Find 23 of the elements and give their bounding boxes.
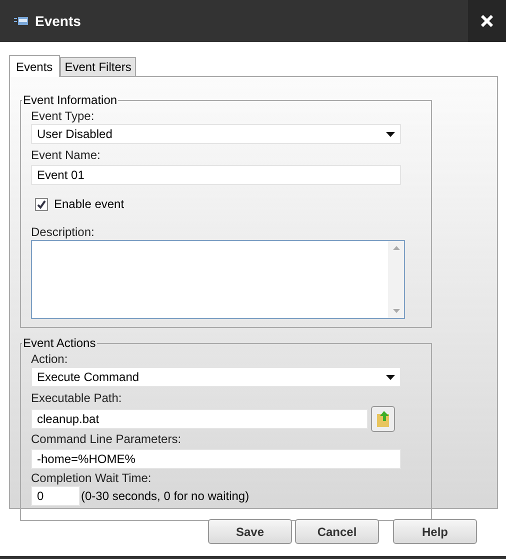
field-label: Completion Wait Time: xyxy=(31,471,152,486)
field-label: Description: xyxy=(31,225,96,240)
tab[interactable]: Events xyxy=(9,55,60,77)
group-legend: Event Information xyxy=(22,91,118,109)
window-title: Events xyxy=(35,12,81,30)
field-label: Event Name: xyxy=(31,148,102,163)
field-label: Command Line Parameters: xyxy=(31,432,182,447)
input-field[interactable]: -home=%HOME% xyxy=(31,449,401,469)
input-field[interactable]: cleanup.bat xyxy=(31,409,368,429)
checkbox-label: Enable event xyxy=(54,196,124,213)
hint-text: (0-30 seconds, 0 for no waiting) xyxy=(81,488,250,505)
dropdown[interactable]: User Disabled xyxy=(31,124,401,144)
field-label: Executable Path: xyxy=(31,391,123,406)
group-legend: Event Actions xyxy=(22,334,97,352)
field-label: Action: xyxy=(31,352,69,367)
tab[interactable]: Event Filters xyxy=(60,57,136,76)
dialog-button[interactable]: Cancel xyxy=(295,519,379,544)
dropdown[interactable]: Execute Command xyxy=(31,367,401,387)
dialog-button[interactable]: Save xyxy=(208,519,292,544)
field-label: Event Type: xyxy=(31,109,96,124)
input-field[interactable]: 0 xyxy=(31,486,80,506)
input-field[interactable]: Event 01 xyxy=(31,165,401,185)
dialog-button[interactable]: Help xyxy=(393,519,477,544)
